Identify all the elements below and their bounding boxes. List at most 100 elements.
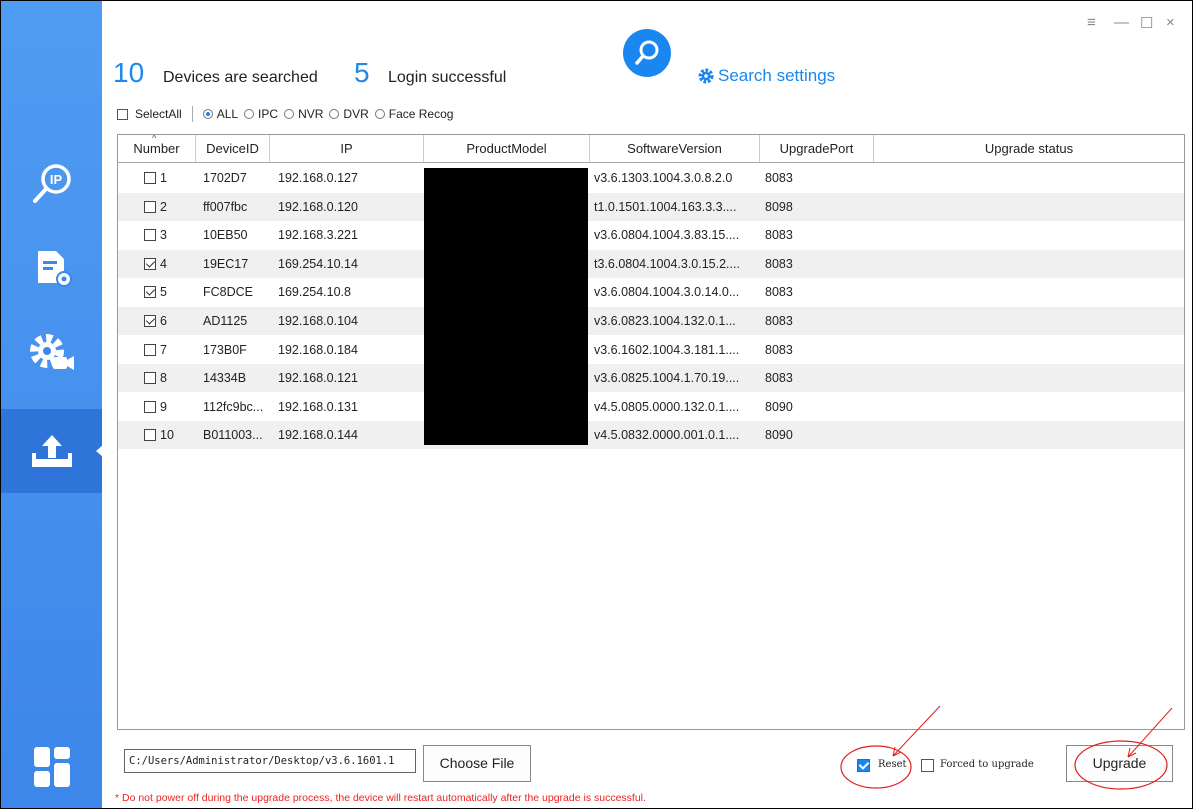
radio-nvr[interactable]	[284, 109, 295, 119]
row-id: 1702D7	[203, 171, 247, 185]
row-id: 173B0F	[203, 342, 247, 357]
row-id: 19EC17	[203, 256, 249, 271]
row-ip: 192.168.0.144	[278, 428, 358, 443]
sidebar-item-device-config[interactable]	[1, 227, 102, 307]
column-softwareversion-label: SoftwareVersion	[627, 141, 722, 156]
row-checkbox[interactable]	[144, 372, 156, 385]
radio-ipc[interactable]	[244, 109, 255, 119]
row-version: t1.0.1501.1004.163.3.3....	[594, 199, 737, 214]
column-number[interactable]: Number ^	[118, 135, 196, 162]
column-productmodel[interactable]: ProductModel	[424, 135, 590, 162]
row-checkbox[interactable]	[144, 257, 156, 270]
upgrade-button[interactable]: Upgrade	[1066, 745, 1173, 782]
redacted-product-model	[424, 168, 588, 445]
select-all-checkbox[interactable]	[117, 108, 128, 120]
camera-settings-icon	[29, 334, 74, 370]
row-checkbox[interactable]	[144, 200, 156, 213]
table-row[interactable]: 10 B011003... 192.168.0.144 v4.5.0832.0000.…	[118, 421, 1184, 450]
select-all-label: SelectAll	[135, 107, 182, 121]
row-ip: 192.168.0.120	[278, 199, 358, 214]
radio-ipc-label: IPC	[258, 107, 279, 121]
maximize-icon[interactable]: ☐	[1140, 14, 1153, 32]
login-label: Login successful	[388, 69, 507, 86]
column-ip[interactable]: IP	[270, 135, 424, 162]
table-row[interactable]: 8 14334B 192.168.0.121 v3.6.0825.1004.1.70.…	[118, 364, 1184, 393]
app-logo	[1, 727, 102, 807]
row-ip: 192.168.3.221	[278, 228, 358, 243]
row-ip: 169.254.10.14	[278, 256, 358, 271]
table-row[interactable]: 6 AD1125 192.168.0.104 v3.6.0823.1004.132.0…	[118, 307, 1184, 335]
row-version: v3.6.0825.1004.1.70.19....	[594, 371, 740, 386]
gear-icon	[698, 68, 714, 84]
row-number: 6	[160, 314, 167, 328]
ip-search-icon: IP	[32, 164, 71, 203]
row-ip: 192.168.0.121	[278, 371, 358, 386]
row-checkbox[interactable]	[144, 315, 156, 327]
device-table: Number ^ DeviceID IP ProductModel Softwa…	[117, 134, 1185, 730]
row-checkbox[interactable]	[144, 400, 156, 413]
sidebar-item-ip-search[interactable]: IP	[1, 144, 102, 224]
search-button[interactable]	[623, 29, 671, 77]
sidebar: IP	[1, 1, 103, 808]
forced-upgrade-label: Forced to upgrade	[940, 759, 1034, 770]
radio-dvr-label: DVR	[343, 107, 369, 121]
row-ip: 192.168.0.127	[278, 171, 358, 185]
row-ip: 192.168.0.104	[278, 314, 358, 328]
row-ip: 169.254.10.8	[278, 285, 351, 300]
table-row[interactable]: 3 10EB50 192.168.3.221 v3.6.0804.1004.3.83.…	[118, 221, 1184, 249]
table-row[interactable]: 2 ff007fbc 192.168.0.120 t1.0.1501.1004.163…	[118, 192, 1184, 221]
column-upgradeport-label: UpgradePort	[779, 141, 854, 156]
row-version: v3.6.0804.1004.3.83.15....	[594, 228, 740, 243]
row-checkbox[interactable]	[144, 429, 156, 442]
table-row[interactable]: 5 FC8DCE 169.254.10.8 v3.6.0804.1004.3.0.14…	[118, 278, 1184, 306]
row-number: 1	[160, 171, 167, 185]
row-port: 8083	[765, 256, 793, 271]
row-number: 10	[160, 428, 174, 443]
row-number: 2	[160, 199, 167, 214]
column-deviceid[interactable]: DeviceID	[196, 135, 270, 162]
row-version: t3.6.0804.1004.3.0.15.2....	[594, 256, 740, 271]
reset-checkbox[interactable]	[857, 759, 870, 772]
divider	[191, 106, 193, 122]
table-row[interactable]: 4 19EC17 169.254.10.14 t3.6.0804.1004.3.0.1…	[118, 249, 1184, 278]
close-icon[interactable]: ×	[1166, 14, 1175, 31]
row-checkbox[interactable]	[144, 229, 156, 242]
row-version: v4.5.0805.0000.132.0.1....	[594, 399, 740, 414]
table-header: Number ^ DeviceID IP ProductModel Softwa…	[118, 135, 1184, 163]
minimize-icon[interactable]: —	[1114, 14, 1129, 31]
table-row[interactable]: 1 1702D7 192.168.0.127 v3.6.1303.1004.3.0.8…	[118, 164, 1184, 192]
row-checkbox[interactable]	[144, 172, 156, 184]
radio-face-recog[interactable]	[374, 109, 385, 119]
row-id: 10EB50	[203, 228, 248, 243]
radio-dvr[interactable]	[329, 109, 340, 119]
radio-face-recog-label: Face Recog	[388, 107, 454, 121]
table-row[interactable]: 9 112fc9bc... 192.168.0.131 v4.5.0805.0000.…	[118, 393, 1184, 421]
upgrade-warning: * Do not power off during the upgrade pr…	[115, 792, 646, 804]
row-port: 8098	[765, 199, 793, 214]
row-id: FC8DCE	[203, 285, 254, 300]
row-id: B011003...	[203, 428, 263, 443]
search-settings-link[interactable]: Search settings	[698, 66, 835, 86]
active-indicator	[96, 445, 103, 457]
reset-label: Reset	[878, 759, 907, 770]
search-icon	[635, 40, 659, 65]
forced-upgrade-checkbox[interactable]	[921, 759, 934, 772]
column-upgrade-status[interactable]: Upgrade status	[874, 135, 1184, 162]
file-path-input[interactable]: C:/Users/Administrator/Desktop/v3.6.1601…	[124, 749, 416, 773]
table-row[interactable]: 7 173B0F 192.168.0.184 v3.6.1602.1004.3.181…	[118, 336, 1184, 364]
searched-count: 10	[113, 57, 145, 88]
row-checkbox[interactable]	[144, 343, 156, 356]
menu-icon[interactable]: ≡	[1087, 14, 1096, 31]
svg-text:IP: IP	[49, 172, 62, 187]
choose-file-button[interactable]: Choose File	[423, 745, 531, 782]
sidebar-item-camera-settings[interactable]	[1, 312, 102, 392]
sidebar-item-upgrade[interactable]	[1, 409, 103, 493]
radio-all-label: ALL	[216, 107, 239, 121]
search-settings-label: Search settings	[718, 66, 836, 85]
column-softwareversion[interactable]: SoftwareVersion	[590, 135, 760, 162]
column-upgradeport[interactable]: UpgradePort	[760, 135, 874, 162]
row-checkbox[interactable]	[144, 286, 156, 299]
radio-all[interactable]	[202, 109, 213, 119]
row-number: 9	[160, 399, 167, 414]
radio-nvr-label: NVR	[298, 107, 324, 121]
